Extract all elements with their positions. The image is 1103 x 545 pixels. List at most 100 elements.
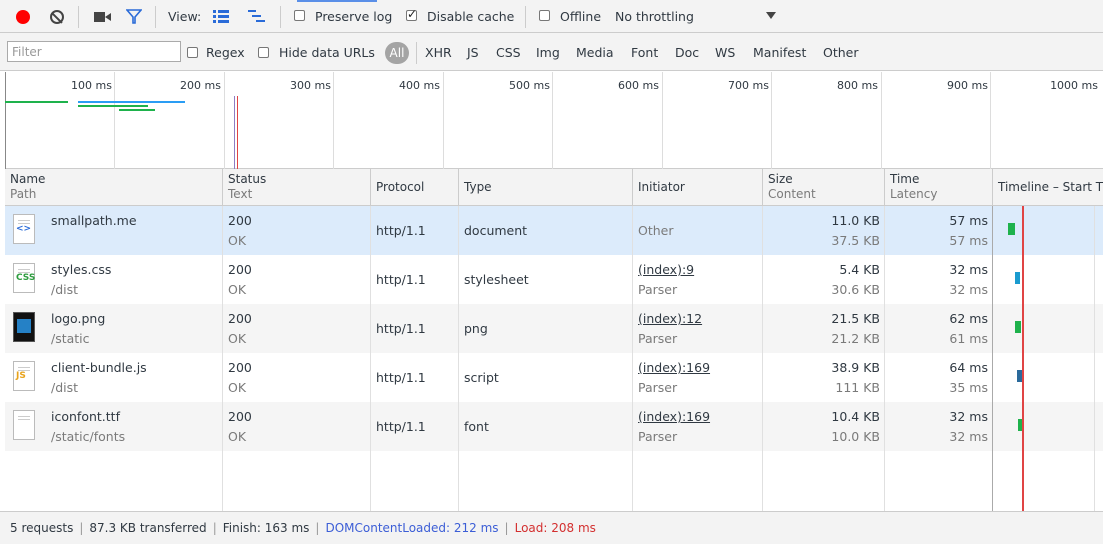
large-rows-icon[interactable] (213, 10, 229, 23)
request-count: 5 requests (10, 521, 74, 535)
type-cell: script (464, 370, 499, 385)
table-row[interactable]: JS client-bundle.js /dist 200 OK http/1.… (5, 353, 1103, 402)
total-time: 62 ms (949, 311, 988, 326)
preserve-log-checkbox[interactable] (294, 10, 305, 21)
video-camera-icon[interactable] (94, 11, 112, 23)
name-cell[interactable]: JS client-bundle.js /dist (5, 353, 223, 402)
column-header-protocol[interactable]: Protocol (371, 169, 459, 206)
initiator-type: Parser (638, 331, 678, 346)
total-time: 32 ms (949, 262, 988, 277)
chevron-down-icon[interactable] (766, 12, 776, 19)
name-cell[interactable]: <> smallpath.me (5, 206, 223, 255)
column-header-initiator[interactable]: Initiator (633, 169, 763, 206)
protocol-cell: http/1.1 (376, 272, 426, 287)
initiator-link[interactable]: (index):9 (638, 260, 758, 280)
transfer-size: 5.4 KB (839, 262, 880, 277)
table-row[interactable]: iconfont.ttf /static/fonts 200 OK http/1… (5, 402, 1103, 451)
type-filter-other[interactable]: Other (823, 45, 859, 60)
regex-checkbox[interactable] (187, 47, 198, 58)
html-icon: <> (13, 214, 35, 244)
column-header-type[interactable]: Type (459, 169, 633, 206)
initiator-cell[interactable]: (index):169 Parser (633, 402, 763, 451)
initiator-link[interactable]: (index):169 (638, 407, 758, 427)
throttling-select[interactable]: No throttling (615, 9, 694, 24)
timeline-cell (993, 206, 1103, 255)
status-text: OK (228, 282, 247, 297)
js-icon: JS (13, 361, 35, 391)
load-marker (237, 96, 238, 169)
overview-tick: 700 ms (728, 79, 769, 92)
type-filter-doc[interactable]: Doc (675, 45, 699, 60)
latency-time: 57 ms (949, 233, 988, 248)
offline-checkbox[interactable] (539, 10, 550, 21)
timeline-overview[interactable]: 100 ms 200 ms 300 ms 400 ms 500 ms 600 m… (5, 72, 1103, 169)
status-text: OK (228, 380, 247, 395)
table-row[interactable]: <> smallpath.me 200 OK http/1.1 document… (5, 206, 1103, 255)
type-filter-ws[interactable]: WS (715, 45, 735, 60)
request-name: styles.css (51, 262, 112, 277)
status-cell: 200 OK (223, 304, 371, 353)
status-text: OK (228, 331, 247, 346)
name-cell[interactable]: logo.png /static (5, 304, 223, 353)
load-time: Load: 208 ms (514, 521, 596, 535)
main-toolbar: View: Preserve log Disable cache Offline… (0, 0, 1103, 33)
column-header-size[interactable]: Size Content (763, 169, 885, 206)
status-code: 200 (228, 213, 252, 228)
type-filter-css[interactable]: CSS (496, 45, 521, 60)
disable-cache-checkbox[interactable] (406, 7, 417, 21)
name-cell[interactable]: CSS styles.css /dist (5, 255, 223, 304)
name-cell[interactable]: iconfont.ttf /static/fonts (5, 402, 223, 451)
type-filter-xhr[interactable]: XHR (425, 45, 452, 60)
status-code: 200 (228, 262, 252, 277)
request-name: smallpath.me (51, 213, 137, 228)
time-cell: 57 ms 57 ms (885, 206, 993, 255)
column-divider (458, 206, 459, 511)
initiator-link[interactable]: (index):169 (638, 358, 758, 378)
type-filter-font[interactable]: Font (631, 45, 658, 60)
overview-tick: 500 ms (509, 79, 550, 92)
column-header-name[interactable]: Name Path (5, 169, 223, 206)
filter-input[interactable] (7, 41, 181, 62)
initiator-link[interactable]: (index):12 (638, 309, 758, 329)
type-filter-all[interactable]: All (385, 42, 409, 64)
initiator-link: Other (638, 223, 674, 238)
latency-time: 32 ms (949, 282, 988, 297)
overview-gridline (333, 72, 334, 169)
column-subtitle: Text (228, 187, 253, 201)
overview-gridline (881, 72, 882, 169)
filter-bar: Regex Hide data URLs All XHR JS CSS Img … (0, 33, 1103, 71)
initiator-cell[interactable]: (index):12 Parser (633, 304, 763, 353)
toolbar-divider (525, 6, 526, 28)
column-title: Time (890, 172, 920, 186)
column-header-timeline[interactable]: Timeline – Start Time (993, 169, 1103, 206)
content-size: 10.0 KB (831, 429, 880, 444)
timeline-bar (1008, 223, 1015, 235)
column-header-status[interactable]: Status Text (223, 169, 371, 206)
table-row[interactable]: logo.png /static 200 OK http/1.1 png (in… (5, 304, 1103, 353)
css-icon: CSS (13, 263, 35, 293)
clear-icon[interactable] (50, 10, 64, 24)
request-name: logo.png (51, 311, 106, 326)
waterfall-icon[interactable] (248, 10, 265, 23)
filter-icon[interactable] (126, 9, 142, 24)
table-row[interactable]: CSS styles.css /dist 200 OK http/1.1 sty… (5, 255, 1103, 304)
status-code: 200 (228, 311, 252, 326)
table-header: Name Path Status Text Protocol Type Init… (5, 169, 1103, 206)
time-cell: 62 ms 61 ms (885, 304, 993, 353)
size-cell: 10.4 KB 10.0 KB (763, 402, 885, 451)
request-path: /dist (51, 282, 79, 297)
column-header-time[interactable]: Time Latency (885, 169, 993, 206)
initiator-cell[interactable]: (index):9 Parser (633, 255, 763, 304)
record-icon[interactable] (16, 10, 30, 24)
type-filter-media[interactable]: Media (576, 45, 614, 60)
font-icon (13, 410, 35, 440)
column-title: Status (228, 172, 267, 186)
type-cell: font (464, 419, 489, 434)
timeline-bar (1015, 321, 1021, 333)
type-filter-js[interactable]: JS (467, 45, 479, 60)
type-filter-manifest[interactable]: Manifest (753, 45, 806, 60)
type-filter-img[interactable]: Img (536, 45, 560, 60)
type-cell: document (464, 223, 528, 238)
initiator-cell[interactable]: (index):169 Parser (633, 353, 763, 402)
hide-data-urls-checkbox[interactable] (258, 47, 269, 58)
